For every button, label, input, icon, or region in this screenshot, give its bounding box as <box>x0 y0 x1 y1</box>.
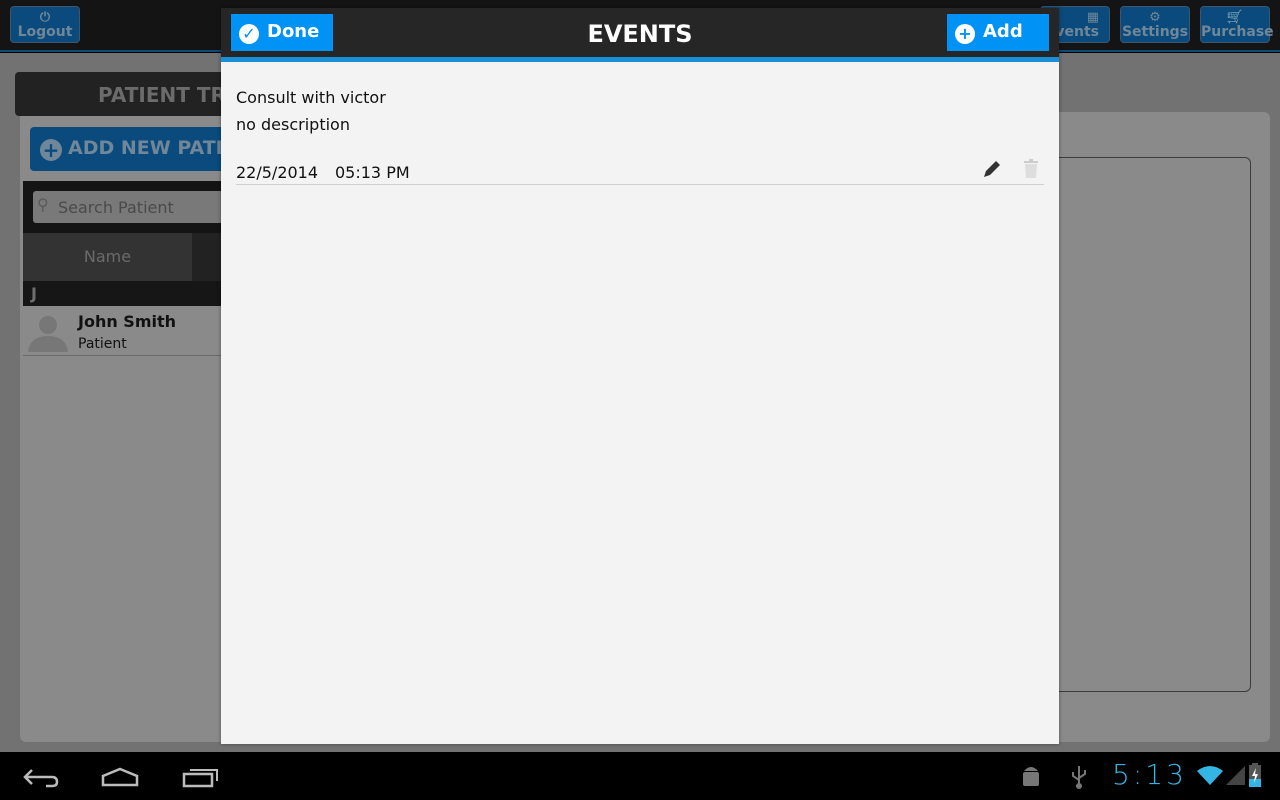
usb-icon <box>1072 766 1086 789</box>
power-icon: ⏻ <box>39 10 51 25</box>
purchase-label: Purchase <box>1201 24 1274 40</box>
wifi-icon <box>1197 766 1223 785</box>
add-patient-button[interactable]: + ADD NEW PATIENT <box>30 127 230 171</box>
column-header[interactable] <box>192 233 222 281</box>
android-debug-icon <box>1023 767 1039 786</box>
patient-row[interactable]: John Smith Patient <box>23 306 223 356</box>
event-title: Consult with victor <box>236 88 386 107</box>
home-icon[interactable] <box>100 766 140 788</box>
edit-pencil-icon[interactable] <box>981 158 1003 180</box>
logout-button[interactable]: ⏻ Logout <box>10 6 80 43</box>
column-header-name[interactable]: Name <box>23 233 192 281</box>
add-label: Add <box>983 21 1023 42</box>
add-patient-label: ADD NEW PATIENT <box>68 137 230 159</box>
events-dialog: EVENTS ✓ Done + Add Consult with victor no… <box>221 8 1059 744</box>
patient-name: John Smith <box>78 312 177 331</box>
check-icon: ✓ <box>239 24 259 44</box>
detail-box <box>1040 157 1251 692</box>
event-item[interactable]: Consult with victor no description 22/5/… <box>236 88 1044 185</box>
battery-charging-icon <box>1249 763 1261 787</box>
search-input[interactable]: ⚲ Search Patient <box>33 191 223 223</box>
event-date: 22/5/2014 <box>236 163 319 182</box>
page-title: PATIENT TRACKER <box>15 72 245 116</box>
dialog-title: EVENTS <box>587 20 693 48</box>
status-clock: 5:13 <box>1112 758 1187 791</box>
search-placeholder: Search Patient <box>58 198 174 217</box>
cart-icon: 🛒 <box>1226 10 1244 25</box>
search-icon: ⚲ <box>37 195 49 214</box>
avatar-icon <box>28 316 68 352</box>
gear-icon: ⚙ <box>1149 10 1161 25</box>
delete-trash-icon[interactable] <box>1021 158 1041 180</box>
plus-icon: + <box>40 139 62 161</box>
signal-icon <box>1226 766 1245 785</box>
plus-icon: + <box>955 24 975 44</box>
divider <box>221 57 1059 62</box>
purchase-button[interactable]: 🛒 Purchase <box>1200 6 1274 43</box>
done-label: Done <box>267 21 320 42</box>
settings-button[interactable]: ⚙ Settings <box>1120 6 1190 43</box>
patient-role: Patient <box>78 336 127 352</box>
done-button[interactable]: ✓ Done <box>231 14 333 51</box>
add-button[interactable]: + Add <box>947 14 1049 51</box>
section-header: J <box>23 281 223 306</box>
back-icon[interactable] <box>22 766 60 788</box>
event-time: 05:13 PM <box>335 163 410 182</box>
recent-apps-icon[interactable] <box>182 766 220 788</box>
settings-label: Settings <box>1121 24 1189 40</box>
event-description: no description <box>236 115 350 134</box>
logout-label: Logout <box>17 24 73 40</box>
